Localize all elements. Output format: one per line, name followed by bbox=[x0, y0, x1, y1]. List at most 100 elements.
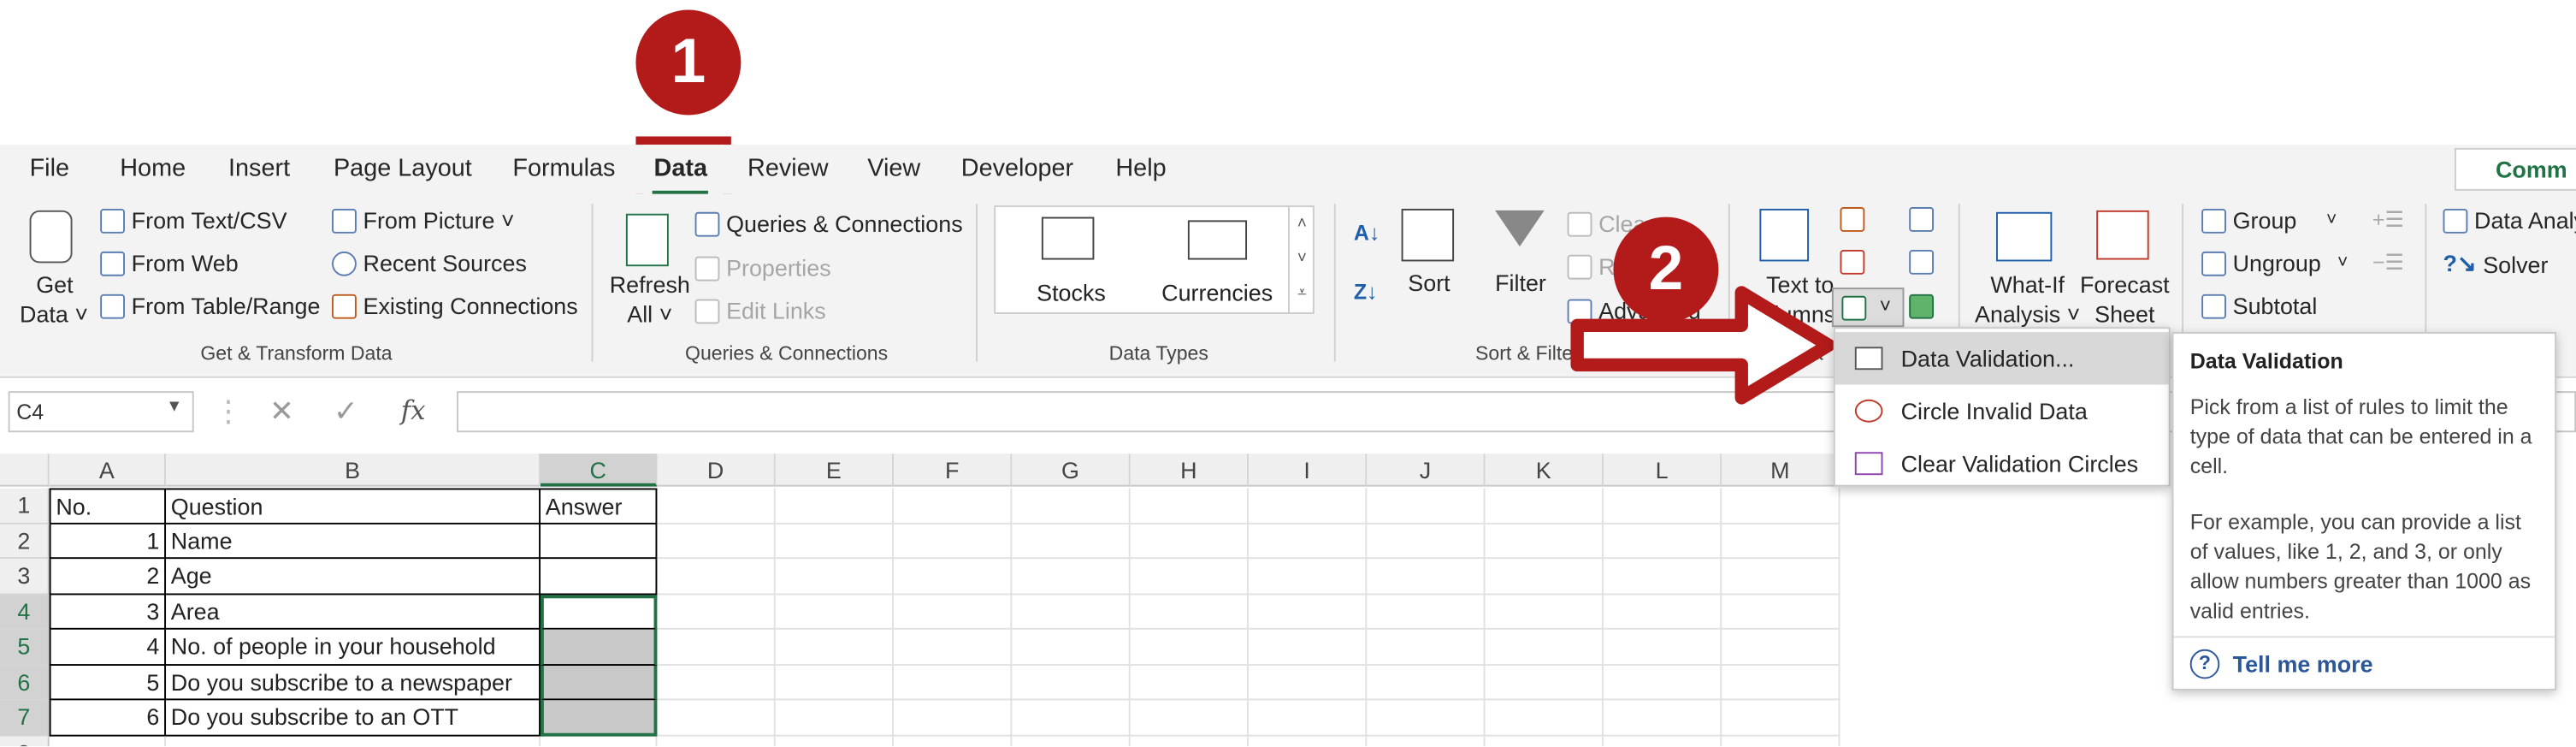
name-box[interactable]: C4 ▼ bbox=[8, 391, 194, 433]
cell-j2[interactable] bbox=[1367, 523, 1486, 560]
cell-k8[interactable] bbox=[1486, 735, 1604, 747]
cell-l6[interactable] bbox=[1603, 665, 1722, 701]
cell-h4[interactable] bbox=[1130, 594, 1249, 630]
cell-i1[interactable] bbox=[1248, 488, 1368, 524]
cell-a3[interactable]: 2 bbox=[49, 559, 167, 595]
column-header-k[interactable]: K bbox=[1485, 454, 1604, 487]
cell-g2[interactable] bbox=[1012, 523, 1131, 560]
menu-item-circle-invalid[interactable]: Circle Invalid Data bbox=[1835, 385, 2169, 437]
cell-c5[interactable] bbox=[541, 629, 658, 666]
cell-m4[interactable] bbox=[1722, 594, 1840, 630]
cell-k3[interactable] bbox=[1485, 559, 1604, 595]
cell-b4[interactable]: Area bbox=[166, 594, 541, 630]
cell-m5[interactable] bbox=[1722, 629, 1840, 666]
consolidate-icon[interactable] bbox=[1909, 207, 1935, 232]
row-header[interactable]: 1 bbox=[0, 488, 50, 524]
group-button[interactable]: Group ˅ bbox=[2201, 207, 2337, 234]
cell-e3[interactable] bbox=[775, 559, 895, 595]
gallery-scroll[interactable]: ˄ ˅ ⩡ bbox=[1288, 207, 1315, 312]
cell-h8[interactable] bbox=[1131, 735, 1249, 747]
tab-home[interactable]: Home bbox=[120, 155, 186, 183]
currencies-button[interactable]: Currencies bbox=[1161, 280, 1273, 306]
flash-fill-icon[interactable] bbox=[1840, 207, 1865, 232]
cell-m1[interactable] bbox=[1722, 488, 1840, 524]
cell-c2[interactable] bbox=[541, 523, 658, 560]
cell-e1[interactable] bbox=[775, 488, 895, 524]
cell-a4[interactable]: 3 bbox=[49, 594, 167, 630]
cell-g1[interactable] bbox=[1012, 488, 1131, 524]
cell-g5[interactable] bbox=[1012, 629, 1131, 666]
row-header[interactable]: 4 bbox=[0, 594, 50, 630]
tab-view[interactable]: View bbox=[867, 155, 920, 183]
cell-c8[interactable] bbox=[541, 735, 658, 747]
cell-f6[interactable] bbox=[894, 665, 1013, 701]
sort-za-icon[interactable]: Z↓ bbox=[1354, 280, 1378, 305]
cell-k6[interactable] bbox=[1485, 665, 1604, 701]
cell-a7[interactable]: 6 bbox=[49, 700, 167, 736]
cell-h1[interactable] bbox=[1130, 488, 1249, 524]
cell-h7[interactable] bbox=[1130, 700, 1249, 736]
cell-c3[interactable] bbox=[541, 559, 658, 595]
cell-i8[interactable] bbox=[1249, 735, 1368, 747]
cell-l8[interactable] bbox=[1604, 735, 1722, 747]
stocks-button[interactable]: Stocks bbox=[1037, 280, 1106, 306]
cell-i7[interactable] bbox=[1248, 700, 1368, 736]
cell-f4[interactable] bbox=[894, 594, 1013, 630]
column-header-b[interactable]: B bbox=[166, 454, 541, 487]
cell-j4[interactable] bbox=[1367, 594, 1486, 630]
from-text-csv-button[interactable]: From Text/CSV bbox=[100, 207, 287, 234]
cell-d6[interactable] bbox=[657, 665, 776, 701]
cell-g4[interactable] bbox=[1012, 594, 1131, 630]
cell-d7[interactable] bbox=[657, 700, 776, 736]
cell-m3[interactable] bbox=[1722, 559, 1840, 595]
cell-k4[interactable] bbox=[1485, 594, 1604, 630]
cell-g8[interactable] bbox=[1012, 735, 1131, 747]
ungroup-button[interactable]: Ungroup ˅ bbox=[2201, 250, 2348, 276]
cell-k5[interactable] bbox=[1485, 629, 1604, 666]
cell-l7[interactable] bbox=[1603, 700, 1722, 736]
cell-m2[interactable] bbox=[1722, 523, 1840, 560]
cell-e5[interactable] bbox=[775, 629, 895, 666]
cell-e2[interactable] bbox=[775, 523, 895, 560]
cell-h6[interactable] bbox=[1130, 665, 1249, 701]
existing-connections-button[interactable]: Existing Connections bbox=[332, 293, 578, 319]
cell-l2[interactable] bbox=[1603, 523, 1722, 560]
sort-az-icon[interactable]: A↓ bbox=[1354, 220, 1380, 245]
show-detail-icon[interactable]: +☰ bbox=[2372, 207, 2404, 234]
column-header-c[interactable]: C bbox=[541, 454, 658, 487]
cell-e8[interactable] bbox=[776, 735, 895, 747]
cell-f7[interactable] bbox=[894, 700, 1013, 736]
cell-h3[interactable] bbox=[1130, 559, 1249, 595]
cell-i3[interactable] bbox=[1248, 559, 1368, 595]
cell-d4[interactable] bbox=[657, 594, 776, 630]
tell-me-more-link[interactable]: ? Tell me more bbox=[2189, 649, 2373, 679]
cell-i4[interactable] bbox=[1248, 594, 1368, 630]
cell-c1[interactable]: Answer bbox=[541, 488, 658, 524]
row-header[interactable]: 2 bbox=[0, 523, 50, 560]
cell-g6[interactable] bbox=[1012, 665, 1131, 701]
cell-f2[interactable] bbox=[894, 523, 1013, 560]
cell-a2[interactable]: 1 bbox=[49, 523, 167, 560]
comments-button[interactable]: Comm bbox=[2454, 147, 2576, 191]
cell-i2[interactable] bbox=[1248, 523, 1368, 560]
cell-a6[interactable]: 5 bbox=[49, 665, 167, 701]
column-header-g[interactable]: G bbox=[1012, 454, 1131, 487]
from-picture-button[interactable]: From Picture ˅ bbox=[332, 207, 515, 234]
cell-b1[interactable]: Question bbox=[166, 488, 541, 524]
cell-b3[interactable]: Age bbox=[166, 559, 541, 595]
data-analysis-button[interactable]: Data Analy bbox=[2443, 207, 2576, 234]
cell-b2[interactable]: Name bbox=[166, 523, 541, 560]
properties-button[interactable]: Properties bbox=[694, 255, 831, 281]
cell-i6[interactable] bbox=[1248, 665, 1368, 701]
cell-h2[interactable] bbox=[1130, 523, 1249, 560]
cell-g7[interactable] bbox=[1012, 700, 1131, 736]
cell-f1[interactable] bbox=[894, 488, 1013, 524]
data-types-gallery[interactable]: Stocks Currencies ˄ ˅ ⩡ bbox=[994, 205, 1315, 314]
from-web-button[interactable]: From Web bbox=[100, 250, 239, 276]
menu-item-data-validation[interactable]: Data Validation... bbox=[1835, 332, 2169, 385]
enter-icon[interactable]: ✓ bbox=[334, 394, 358, 429]
sort-button[interactable]: Sort bbox=[1408, 270, 1450, 296]
tab-help[interactable]: Help bbox=[1115, 155, 1166, 183]
row-header[interactable]: 5 bbox=[0, 629, 50, 666]
column-header-m[interactable]: M bbox=[1722, 454, 1840, 487]
